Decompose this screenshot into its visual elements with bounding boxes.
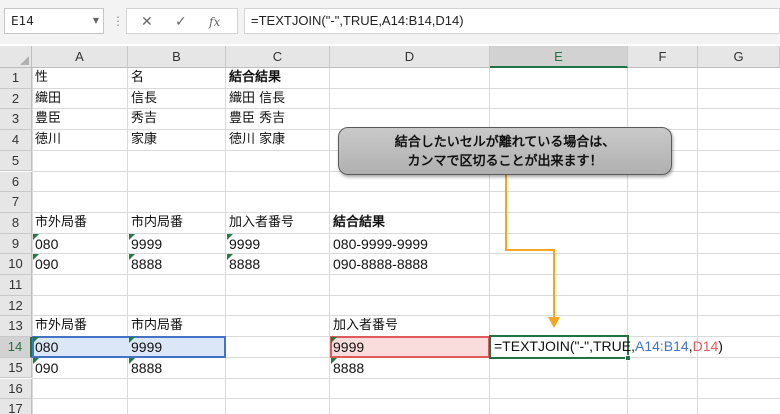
callout-line-2: カンマで区切ることが出来ます！ bbox=[407, 154, 603, 169]
callout-line-1: 結合したいセルが離れている場合は、 bbox=[394, 135, 616, 150]
callout-box: 結合したいセルが離れている場合は、 カンマで区切ることが出来ます！ bbox=[338, 127, 672, 175]
callout-arrow bbox=[505, 175, 560, 328]
